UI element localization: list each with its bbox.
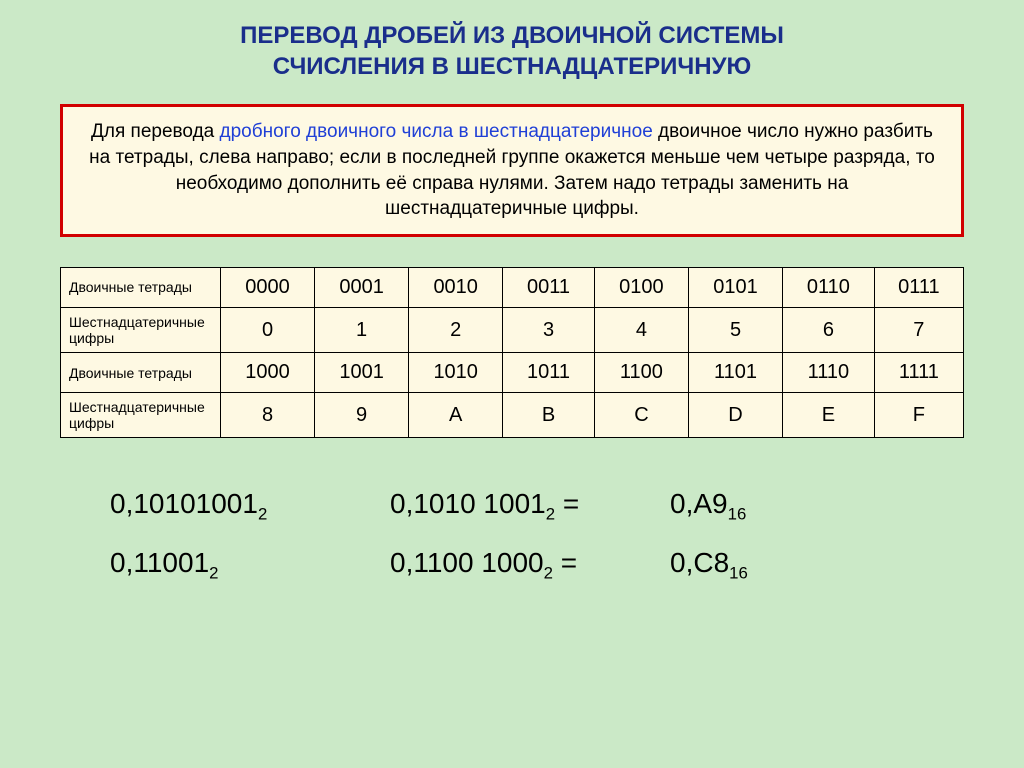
cell: 0110 xyxy=(783,267,875,307)
cell: 3 xyxy=(503,307,595,352)
equals: = xyxy=(553,547,577,578)
cell: 0000 xyxy=(221,267,315,307)
cell: 0011 xyxy=(503,267,595,307)
example-src: 0,101010012 xyxy=(110,488,390,525)
cell: C xyxy=(594,393,688,438)
title-line-1: ПЕРЕВОД ДРОБЕЙ ИЗ ДВОИЧНОЙ СИСТЕМЫ xyxy=(240,22,784,49)
example-groups: 0,1100 10002 = xyxy=(390,547,670,584)
rule-highlight: дробного двоичного числа в шестнадцатери… xyxy=(220,121,653,142)
cell: 0010 xyxy=(409,267,503,307)
base-sub: 2 xyxy=(546,505,555,524)
cell: 1011 xyxy=(503,353,595,393)
title-line-2: СЧИСЛЕНИЯ В ШЕСТНАДЦАТЕРИЧНУЮ xyxy=(273,53,752,80)
example-src: 0,110012 xyxy=(110,547,390,584)
cell: 1100 xyxy=(594,353,688,393)
cell: A xyxy=(409,393,503,438)
cell: 0111 xyxy=(874,267,963,307)
cell: 6 xyxy=(783,307,875,352)
cell: E xyxy=(783,393,875,438)
example-row: 0,110012 0,1100 10002 = 0,C816 xyxy=(110,547,964,584)
base-sub: 2 xyxy=(258,505,267,524)
num: 0,C8 xyxy=(670,547,729,578)
row-head: Шестнадцатеричные цифры xyxy=(61,307,221,352)
cell: 1000 xyxy=(221,353,315,393)
cell: D xyxy=(688,393,782,438)
cell: 9 xyxy=(315,393,409,438)
num: 0,1100 1000 xyxy=(390,547,544,578)
conversion-table: Двоичные тетрады 0000 0001 0010 0011 010… xyxy=(60,267,964,438)
num: 0,11001 xyxy=(110,547,209,578)
base-sub: 16 xyxy=(729,564,748,583)
cell: 0 xyxy=(221,307,315,352)
cell: B xyxy=(503,393,595,438)
cell: 4 xyxy=(594,307,688,352)
cell: F xyxy=(874,393,963,438)
base-sub: 2 xyxy=(209,564,218,583)
num: 0,10101001 xyxy=(110,488,258,519)
table-row: Двоичные тетрады 1000 1001 1010 1011 110… xyxy=(61,353,964,393)
row-head: Двоичные тетрады xyxy=(61,267,221,307)
cell: 5 xyxy=(688,307,782,352)
row-head: Двоичные тетрады xyxy=(61,353,221,393)
cell: 7 xyxy=(874,307,963,352)
cell: 0101 xyxy=(688,267,782,307)
num: 0,1010 1001 xyxy=(390,488,546,519)
example-groups: 0,1010 10012 = xyxy=(390,488,670,525)
example-row: 0,101010012 0,1010 10012 = 0,A916 xyxy=(110,488,964,525)
cell: 1 xyxy=(315,307,409,352)
num: 0,A9 xyxy=(670,488,728,519)
rule-box: Для перевода дробного двоичного числа в … xyxy=(60,104,964,237)
equals: = xyxy=(555,488,579,519)
rule-part1: Для перевода xyxy=(91,121,219,142)
cell: 2 xyxy=(409,307,503,352)
base-sub: 16 xyxy=(728,505,747,524)
row-head: Шестнадцатеричные цифры xyxy=(61,393,221,438)
table-row: Шестнадцатеричные цифры 8 9 A B C D E F xyxy=(61,393,964,438)
cell: 8 xyxy=(221,393,315,438)
cell: 1010 xyxy=(409,353,503,393)
cell: 0001 xyxy=(315,267,409,307)
cell: 1111 xyxy=(874,353,963,393)
example-result: 0,A916 xyxy=(670,488,746,525)
cell: 1001 xyxy=(315,353,409,393)
base-sub: 2 xyxy=(544,564,553,583)
table-row: Шестнадцатеричные цифры 0 1 2 3 4 5 6 7 xyxy=(61,307,964,352)
table-row: Двоичные тетрады 0000 0001 0010 0011 010… xyxy=(61,267,964,307)
cell: 1101 xyxy=(688,353,782,393)
cell: 0100 xyxy=(594,267,688,307)
example-result: 0,C816 xyxy=(670,547,748,584)
cell: 1110 xyxy=(783,353,875,393)
page-title: ПЕРЕВОД ДРОБЕЙ ИЗ ДВОИЧНОЙ СИСТЕМЫ СЧИСЛ… xyxy=(60,20,964,82)
examples: 0,101010012 0,1010 10012 = 0,A916 0,1100… xyxy=(60,488,964,583)
